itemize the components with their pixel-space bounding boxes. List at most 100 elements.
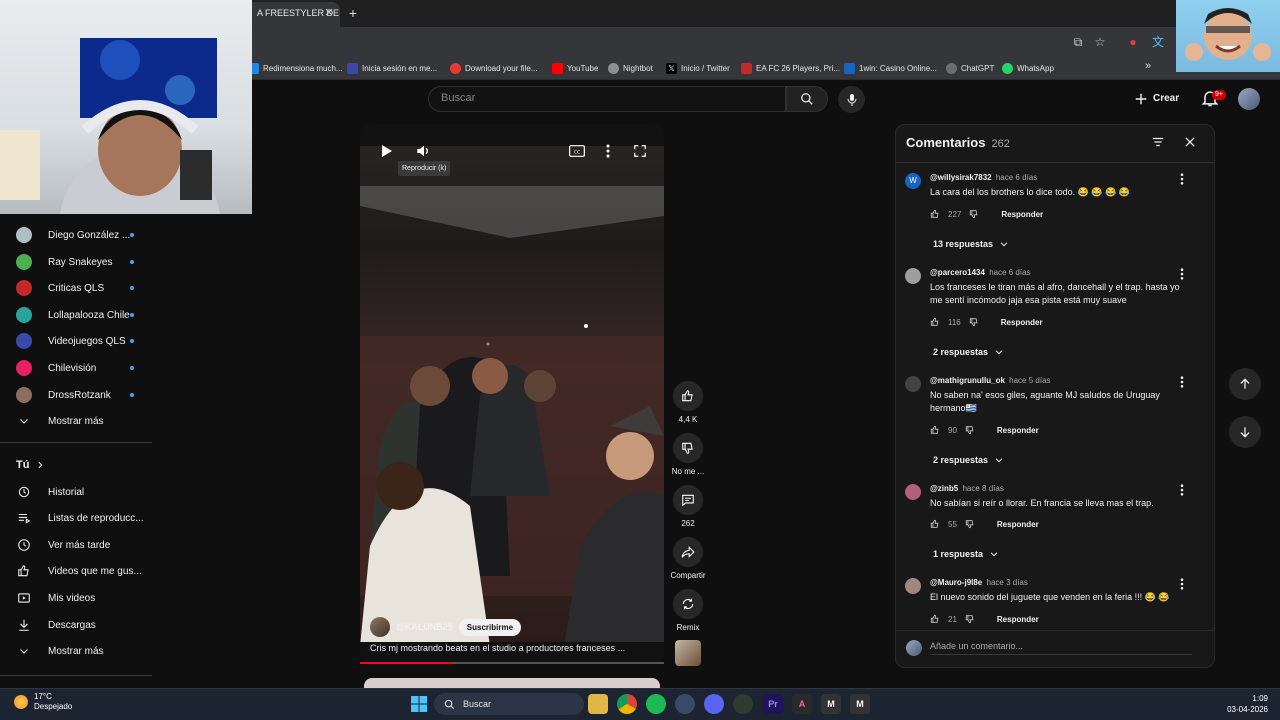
fullscreen-button[interactable]	[629, 140, 651, 162]
comment-author[interactable]: @parcero1434	[930, 268, 985, 277]
sidebar-channel-ray[interactable]: Ray Snakeyes	[0, 249, 152, 275]
next-short-button[interactable]	[1229, 416, 1261, 448]
comment-menu-icon[interactable]	[1180, 484, 1190, 498]
sidebar-item-my-videos[interactable]: Mis videos	[0, 585, 152, 611]
comment-menu-icon[interactable]	[1180, 173, 1190, 187]
play-button[interactable]	[376, 140, 398, 162]
audio-source-thumbnail[interactable]	[675, 640, 701, 666]
sidebar-item-downloads[interactable]: Descargas	[0, 612, 152, 638]
system-clock[interactable]: 1:09 03-04-2026	[1210, 693, 1268, 715]
more-options-button[interactable]	[597, 140, 619, 162]
reply-button[interactable]: Responder	[997, 426, 1039, 435]
thumbs-down-icon[interactable]	[969, 209, 979, 219]
comment-avatar[interactable]	[905, 578, 921, 594]
extension-icon[interactable]: ●	[1125, 34, 1141, 50]
thumbs-up-icon[interactable]	[930, 614, 940, 624]
view-replies-button[interactable]: 1 respuesta	[933, 549, 999, 559]
view-replies-button[interactable]: 2 respuestas	[933, 455, 1004, 465]
share-button[interactable]: Compartir	[670, 537, 706, 580]
sidebar-channel-chilevision[interactable]: Chilevisión	[0, 355, 152, 381]
reply-button[interactable]: Responder	[997, 520, 1039, 529]
discord-icon[interactable]	[704, 694, 724, 714]
captions-button[interactable]: CC	[566, 140, 588, 162]
bookmark-star-icon[interactable]: ☆	[1092, 34, 1108, 50]
file-explorer-icon[interactable]	[588, 694, 608, 714]
comment-author[interactable]: @mathigrunullu_ok	[930, 376, 1005, 385]
comment-avatar[interactable]	[905, 376, 921, 392]
sort-comments-button[interactable]	[1151, 135, 1167, 151]
comment-menu-icon[interactable]	[1180, 268, 1190, 282]
sidebar-channel-lollapalooza[interactable]: Lollapalooza Chile	[0, 302, 152, 328]
spotify-icon[interactable]	[646, 694, 666, 714]
sidebar-channel-dross[interactable]: DrossRotzank	[0, 382, 152, 408]
like-button[interactable]: 4,4 K	[670, 381, 706, 424]
sidebar-channel-criticas[interactable]: Criticas QLS	[0, 275, 152, 301]
tab-close-icon[interactable]: ✕	[322, 6, 336, 20]
video-title[interactable]: Cris mj mostrando beats en el studio a p…	[370, 643, 650, 653]
app-icon[interactable]	[733, 694, 753, 714]
premiere-icon[interactable]: Pr	[763, 694, 783, 714]
view-replies-button[interactable]: 2 respuestas	[933, 347, 1004, 357]
channel-avatar[interactable]	[370, 617, 390, 637]
bookmark-item[interactable]: WhatsApp	[1002, 60, 1054, 76]
bookmark-item[interactable]: ChatGPT	[946, 60, 994, 76]
channel-handle[interactable]: @KALUNB25	[396, 622, 453, 632]
dislike-button[interactable]: No me ...	[670, 433, 706, 476]
thumbs-up-icon[interactable]	[930, 209, 940, 219]
chrome-icon[interactable]	[617, 694, 637, 714]
voice-search-button[interactable]	[838, 86, 865, 113]
bookmark-item[interactable]: Inicia sesión en me...	[347, 60, 437, 76]
bookmark-item[interactable]: EA FC 26 Players, Pri...	[741, 60, 840, 76]
sidebar-show-more-you[interactable]: Mostrar más	[0, 638, 152, 664]
bookmark-item[interactable]: YouTube	[552, 60, 598, 76]
app-icon[interactable]: A	[792, 694, 812, 714]
comment-avatar[interactable]: W	[905, 173, 921, 189]
comment-avatar[interactable]	[905, 484, 921, 500]
bookmark-item[interactable]: 1win: Casino Online...	[844, 60, 937, 76]
comment-menu-icon[interactable]	[1180, 376, 1190, 390]
bookmark-item[interactable]: Download your file...	[450, 60, 537, 76]
sidebar-channel-diego[interactable]: Diego González ...	[0, 222, 152, 248]
reply-button[interactable]: Responder	[1001, 318, 1043, 327]
thumbs-up-icon[interactable]	[930, 317, 940, 327]
sidebar-item-liked[interactable]: Videos que me gus...	[0, 558, 152, 584]
sidebar-you-section[interactable]: Tú	[0, 452, 152, 478]
bookmarks-more-icon[interactable]: »	[1145, 60, 1151, 72]
comment-menu-icon[interactable]	[1180, 578, 1190, 592]
app-icon[interactable]	[675, 694, 695, 714]
weather-widget[interactable]: 17°C Despejado	[14, 692, 72, 712]
app-icon[interactable]: M	[850, 694, 870, 714]
shorts-player[interactable]	[360, 124, 664, 664]
comment-author[interactable]: @zinb5	[930, 484, 958, 493]
search-button[interactable]	[786, 86, 828, 112]
view-replies-button[interactable]: 13 respuestas	[933, 239, 1009, 249]
previous-short-button[interactable]	[1229, 368, 1261, 400]
app-icon[interactable]: M	[821, 694, 841, 714]
sidebar-item-playlists[interactable]: Listas de reproducc...	[0, 505, 152, 531]
thumbs-down-icon[interactable]	[965, 614, 975, 624]
install-app-icon[interactable]: ⧉	[1070, 34, 1086, 50]
thumbs-down-icon[interactable]	[969, 317, 979, 327]
add-comment-input[interactable]: Añade un comentario...	[930, 641, 1192, 655]
account-avatar[interactable]	[1238, 88, 1260, 110]
bookmark-item[interactable]: Redimensiona much...	[248, 60, 343, 76]
comment-author[interactable]: @Mauro-j9l8e	[930, 578, 982, 587]
bookmark-item[interactable]: 𝕏 Inicio / Twitter	[666, 60, 730, 76]
reply-button[interactable]: Responder	[997, 615, 1039, 624]
windows-start-icon[interactable]	[409, 694, 429, 714]
sidebar-item-history[interactable]: Historial	[0, 479, 152, 505]
comment-avatar[interactable]	[905, 268, 921, 284]
next-short-preview[interactable]	[364, 678, 660, 688]
reply-button[interactable]: Responder	[1001, 210, 1043, 219]
volume-button[interactable]	[413, 140, 435, 162]
new-tab-icon[interactable]: +	[345, 5, 361, 21]
thumbs-up-icon[interactable]	[930, 425, 940, 435]
subscribe-button[interactable]: Suscribirme	[458, 618, 522, 636]
taskbar-search[interactable]: Buscar	[434, 693, 584, 715]
translate-extension-icon[interactable]: 文	[1150, 34, 1166, 50]
sidebar-channel-videojuegos[interactable]: Videojuegos QLS	[0, 328, 152, 354]
remix-button[interactable]: Remix	[670, 589, 706, 632]
thumbs-up-icon[interactable]	[930, 519, 940, 529]
thumbs-down-icon[interactable]	[965, 519, 975, 529]
search-input[interactable]: Buscar	[428, 86, 786, 112]
